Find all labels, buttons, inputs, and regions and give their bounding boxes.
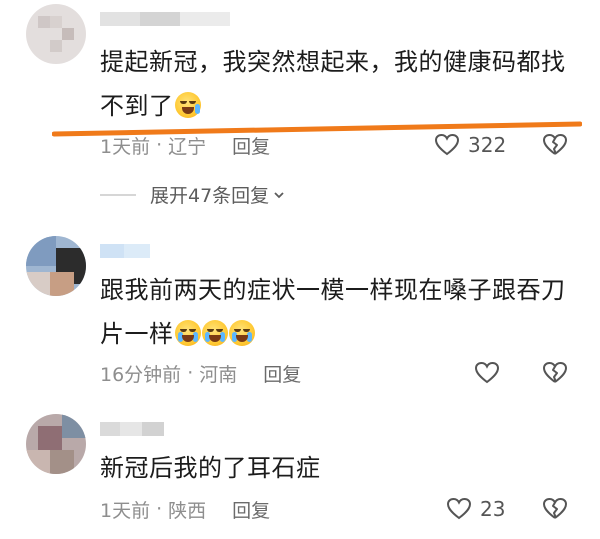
like-button[interactable]: 23: [446, 496, 505, 522]
comment-meta: 1天前 · 陕西 回复: [100, 496, 270, 522]
like-button[interactable]: 322: [434, 132, 506, 158]
like-count: 322: [468, 133, 507, 157]
reply-button[interactable]: 回复: [232, 132, 270, 159]
comment-meta: 16分钟前 · 河南 回复: [100, 360, 301, 386]
chevron-down-icon: [274, 191, 284, 198]
broken-heart-icon[interactable]: [542, 360, 568, 386]
comment-location: 河南: [199, 363, 238, 386]
divider: [100, 193, 136, 196]
avatar[interactable]: [26, 236, 86, 296]
comment-text: 提起新冠，我突然想起来，我的健康码都找不到了: [100, 48, 566, 120]
comment-time: 16分钟前: [100, 363, 182, 386]
comment-time: 1天前: [100, 135, 151, 158]
like-count: 23: [480, 497, 506, 521]
heart-icon: [446, 497, 472, 520]
comment-time: 1天前: [100, 499, 151, 522]
reply-button[interactable]: 回复: [232, 496, 270, 523]
username-redacted[interactable]: [100, 244, 150, 258]
heart-icon: [474, 361, 500, 384]
username-redacted[interactable]: [100, 422, 164, 436]
heart-icon: [434, 133, 460, 156]
avatar[interactable]: [26, 414, 86, 474]
crying-emoji: [201, 320, 228, 346]
like-button[interactable]: [474, 360, 500, 386]
grin-sweat-emoji: [174, 92, 201, 118]
comment-meta: 1天前 · 辽宁 回复: [100, 132, 270, 158]
avatar[interactable]: [26, 4, 86, 64]
broken-heart-icon[interactable]: [542, 132, 568, 158]
comment-text: 新冠后我的了耳石症: [100, 454, 321, 482]
broken-heart-icon[interactable]: [542, 496, 568, 522]
reply-button[interactable]: 回复: [263, 360, 301, 387]
expand-replies-button[interactable]: 展开47条回复: [100, 181, 285, 208]
comment-location: 陕西: [168, 499, 207, 522]
crying-emoji: [228, 320, 255, 346]
crying-emoji: [174, 320, 201, 346]
comment-location: 辽宁: [168, 135, 207, 158]
comment-text: 跟我前两天的症状一模一样现在嗓子跟吞刀片一样: [100, 276, 566, 348]
username-redacted[interactable]: [100, 12, 230, 26]
